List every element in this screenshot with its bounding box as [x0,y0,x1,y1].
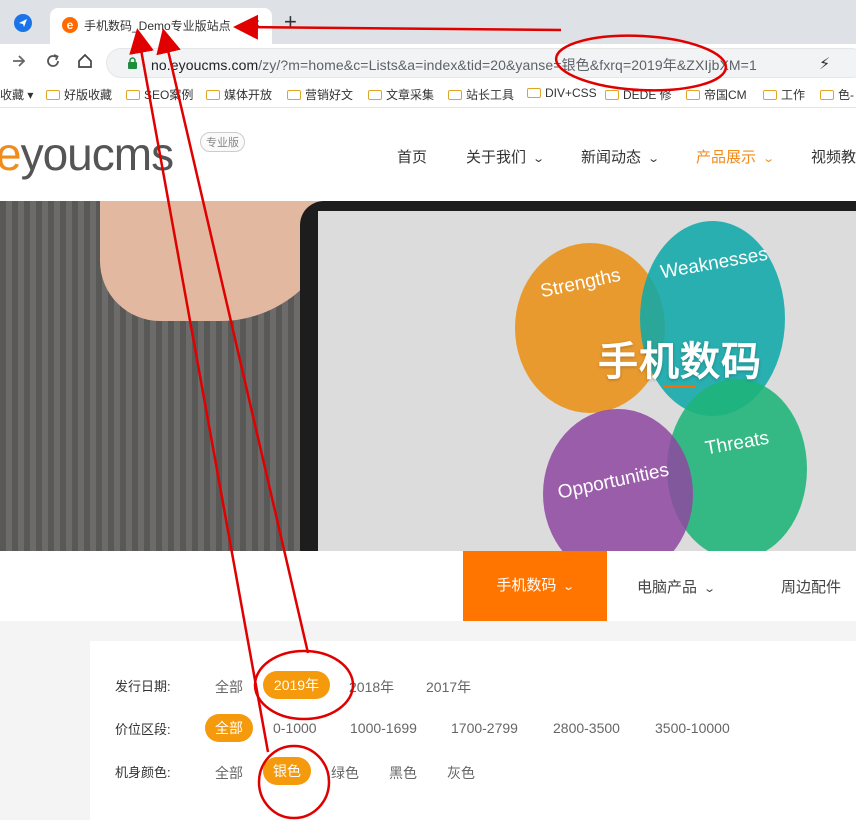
reload-icon[interactable] [42,52,64,74]
subnav-tab-accessories[interactable]: 周边配件 [781,576,841,597]
folder-icon [368,90,382,100]
home-icon[interactable] [74,52,96,74]
filter-option-selected[interactable]: 银色 [263,757,311,785]
filter-option-selected[interactable]: 2019年 [263,671,330,699]
filter-option[interactable]: 2018年 [349,677,394,697]
lock-icon [128,57,137,69]
filter-option[interactable]: 全部 [215,763,243,783]
subnav-tab-computers[interactable]: 电脑产品 ⌄ [637,576,717,597]
filter-option[interactable]: 黑色 [389,763,417,783]
banner-title: 手机数码 [598,340,762,384]
bookmark-item[interactable]: 收藏 ▾ [0,86,33,103]
bookmark-item[interactable]: 文章采集 [368,86,434,103]
bookmark-item[interactable]: 帝国CM [686,86,747,103]
folder-icon [126,90,140,100]
nav-about[interactable]: 关于我们 ⌄ [466,146,546,167]
new-tab-button[interactable]: + [284,10,297,34]
folder-icon [605,90,619,100]
filter-option[interactable]: 绿色 [331,763,359,783]
filter-option[interactable]: 全部 [215,677,243,697]
tab-title: 手机数码_Demo专业版站点 [84,19,231,33]
filter-label-release-date: 发行日期: [115,679,171,694]
browser-toolbar: no.eyoucms.com/zy/?m=home&c=Lists&a=inde… [0,44,856,82]
bookmark-item[interactable]: 工作 [763,86,805,103]
chevron-down-icon: ⌄ [703,583,717,595]
filter-option[interactable]: 2800-3500 [553,720,620,736]
bookmark-item[interactable]: 色- [820,86,854,103]
bookmark-item[interactable]: DEDE 修 [605,86,672,103]
pinned-tab-telegram-icon[interactable] [14,14,32,32]
chevron-down-icon: ⌄ [762,153,776,165]
folder-icon [763,90,777,100]
category-subnav: 手机数码 ⌄ 电脑产品 ⌄ 周边配件 [0,551,856,621]
site-header: eyoucms 专业版 首页 关于我们 ⌄ 新闻动态 ⌄ 产品展示 ⌄ 视频教 [0,108,856,201]
edition-badge: 专业版 [200,132,245,152]
bookmark-item[interactable]: 站长工具 [448,86,514,103]
url-host: no.eyoucms.com [151,57,259,73]
folder-icon [527,88,541,98]
nav-video[interactable]: 视频教 [811,146,856,167]
nav-products[interactable]: 产品展示 ⌄ [696,146,776,167]
banner-title-underline [663,385,695,388]
chevron-down-icon: ⌄ [532,153,546,165]
bookmark-item[interactable]: 媒体开放 [206,86,272,103]
tab-close-icon[interactable]: × [252,15,260,31]
url-text: no.eyoucms.com/zy/?m=home&c=Lists&a=inde… [151,55,757,75]
filter-option[interactable]: 1000-1699 [350,720,417,736]
folder-icon [287,90,301,100]
filter-option[interactable]: 2017年 [426,677,471,697]
filter-option[interactable]: 0-1000 [273,720,317,736]
folder-icon [206,90,220,100]
chevron-down-icon: ⌄ [647,153,661,165]
folder-icon [448,90,462,100]
filter-option-selected[interactable]: 全部 [205,714,253,742]
filter-label-color: 机身颜色: [115,765,171,780]
folder-icon [46,90,60,100]
forward-icon[interactable] [8,52,30,74]
bookmark-item[interactable]: 好版收藏 [46,86,112,103]
lightning-icon[interactable]: ⚡ [819,54,830,74]
category-banner: Strengths Weaknesses Threats Opportuniti… [0,201,856,551]
nav-home[interactable]: 首页 [397,146,427,167]
bookmark-item[interactable]: SEO案例 [126,86,193,103]
folder-icon [820,90,834,100]
filter-option[interactable]: 3500-10000 [655,720,730,736]
folder-icon [686,90,700,100]
bookmark-item[interactable]: DIV+CSS [527,86,597,100]
address-bar[interactable]: no.eyoucms.com/zy/?m=home&c=Lists&a=inde… [106,48,856,78]
browser-tab-strip: e 手机数码_Demo专业版站点 × + [0,0,856,44]
nav-news[interactable]: 新闻动态 ⌄ [581,146,661,167]
url-path: /zy/?m=home&c=Lists&a=index&tid=20&yanse… [258,57,757,73]
site-logo[interactable]: eyoucms [0,124,174,184]
eyoucms-favicon-icon: e [62,17,78,33]
filter-option[interactable]: 灰色 [447,763,475,783]
active-tab[interactable]: e 手机数码_Demo专业版站点 × [50,8,272,44]
filter-option[interactable]: 1700-2799 [451,720,518,736]
filter-label-price: 价位区段: [115,722,171,737]
bookmark-item[interactable]: 营销好文 [287,86,353,103]
subnav-tab-phones[interactable]: 手机数码 ⌄ [463,551,607,621]
chevron-down-icon: ⌄ [562,581,576,593]
bookmarks-bar: 收藏 ▾ 好版收藏 SEO案例 媒体开放 营销好文 文章采集 站长工具 DIV+… [0,82,856,108]
